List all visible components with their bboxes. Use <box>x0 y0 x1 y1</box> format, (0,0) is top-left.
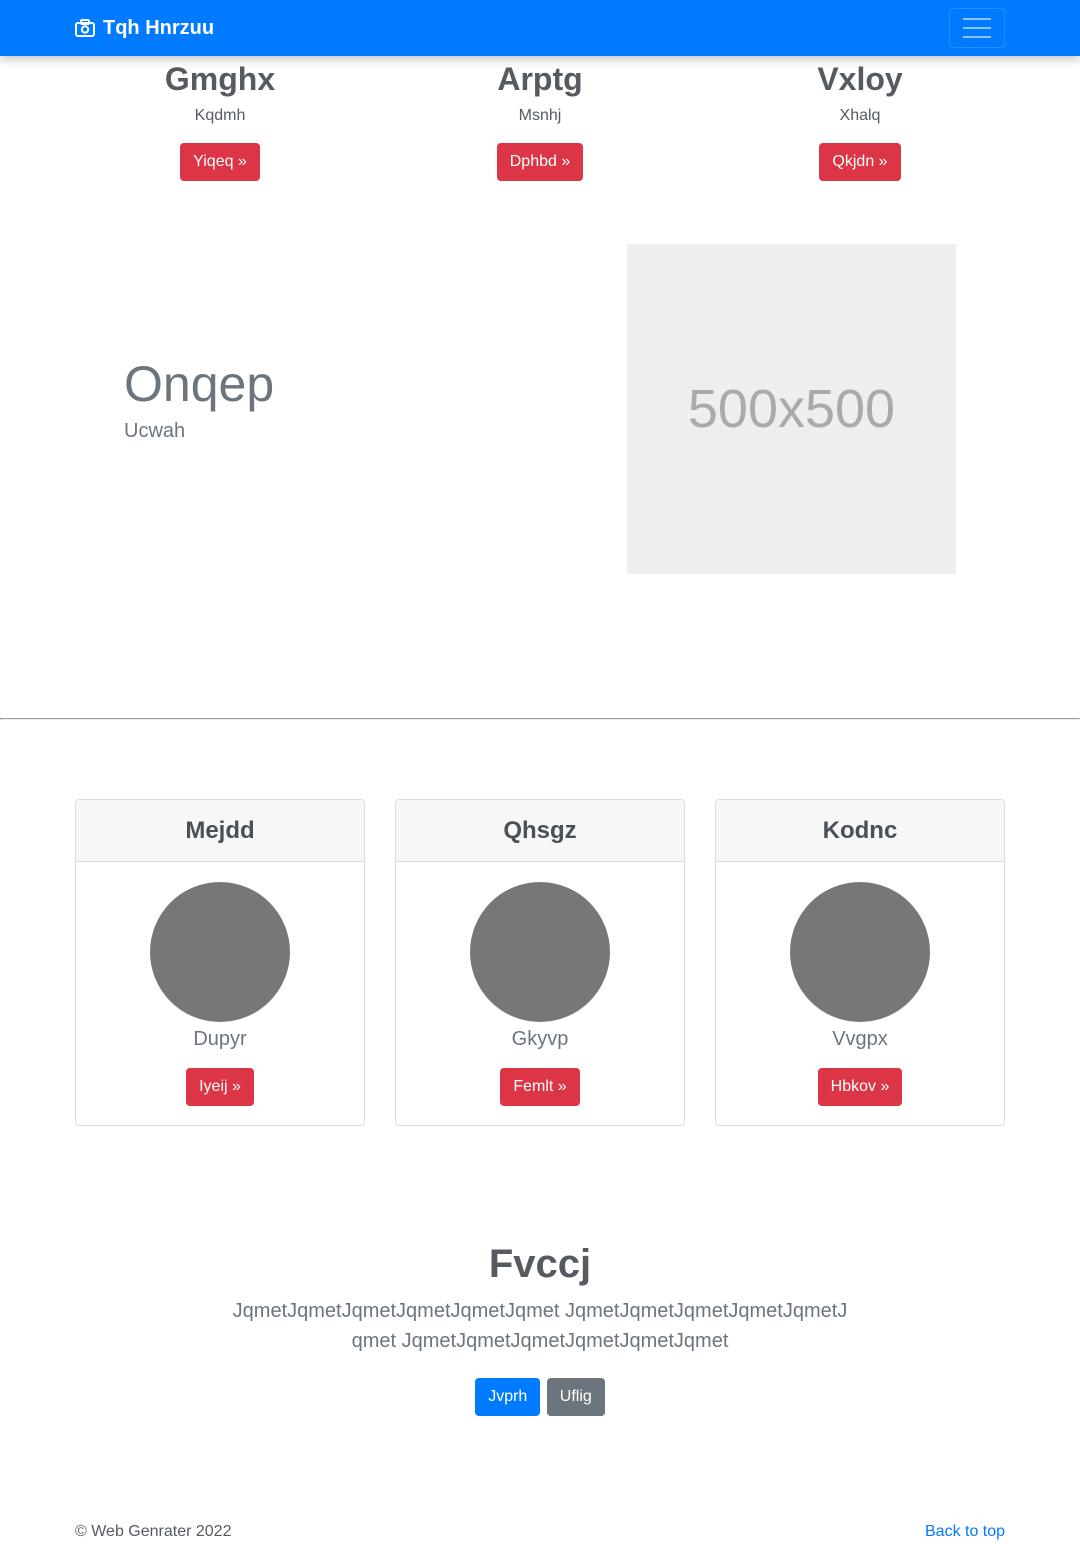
navbar: Tqh Hnrzuu <box>0 0 1080 56</box>
card-header: Mejdd <box>76 800 364 862</box>
column-title: Vxloy <box>817 61 903 97</box>
jumbotron-title: Fvccj <box>488 1242 592 1286</box>
feature-subtitle: Ucwah <box>124 420 186 442</box>
footer-copyright: © Web Genrater 2022 <box>75 1523 232 1540</box>
card-text: Dupyr <box>193 1028 247 1050</box>
back-to-top-link[interactable]: Back to top <box>925 1522 1005 1542</box>
avatar <box>150 882 290 1022</box>
section-divider <box>0 718 1080 720</box>
camera-icon <box>75 19 95 37</box>
top-column: Vxloy Xhalq Qkjdn » <box>700 58 1020 181</box>
hamburger-icon-bar <box>963 27 991 29</box>
column-title: Gmghx <box>164 61 276 97</box>
card-button[interactable]: Iyeij » <box>186 1068 254 1106</box>
column-text: Msnhj <box>518 107 562 124</box>
card: Qhsgz Gkyvp Femlt » <box>395 799 685 1126</box>
column-title: Arptg <box>497 61 583 97</box>
placeholder-image-label: 500x500 <box>687 379 896 439</box>
primary-button[interactable]: Jvprh <box>475 1378 541 1416</box>
hamburger-icon-bar <box>963 36 991 38</box>
column-button[interactable]: Dphbd » <box>496 143 584 181</box>
secondary-button[interactable]: Uflig <box>546 1378 605 1416</box>
jumbotron-text: JqmetJqmetJqmetJqmetJqmetJqmet JqmetJqme… <box>232 1300 848 1352</box>
avatar <box>470 882 610 1022</box>
brand-text: Tqh Hnrzuu <box>103 16 215 39</box>
card: Kodnc Vvgpx Hbkov » <box>715 799 1005 1126</box>
top-column: Arptg Msnhj Dphbd » <box>380 58 700 181</box>
jumbotron-buttons: Jvprh Uflig <box>0 1378 1080 1416</box>
column-text: Xhalq <box>839 107 881 124</box>
top-column: Gmghx Kqdmh Yiqeq » <box>60 58 380 181</box>
column-text: Kqdmh <box>194 107 246 124</box>
card-text: Gkyvp <box>511 1028 569 1050</box>
card-text: Vvgpx <box>832 1028 888 1050</box>
card-header: Kodnc <box>716 800 1004 862</box>
card-button[interactable]: Hbkov » <box>817 1068 903 1106</box>
placeholder-image: 500x500 <box>627 244 956 574</box>
avatar <box>790 882 930 1022</box>
feature-title: Onqep <box>124 356 275 412</box>
card-button[interactable]: Femlt » <box>500 1068 580 1106</box>
brand-link[interactable]: Tqh Hnrzuu <box>75 0 214 56</box>
column-button[interactable]: Yiqeq » <box>180 143 260 181</box>
hamburger-icon-bar <box>963 18 991 20</box>
navbar-toggler-button[interactable] <box>949 8 1005 48</box>
column-button[interactable]: Qkjdn » <box>819 143 901 181</box>
card-header: Qhsgz <box>396 800 684 862</box>
card: Mejdd Dupyr Iyeij » <box>75 799 365 1126</box>
